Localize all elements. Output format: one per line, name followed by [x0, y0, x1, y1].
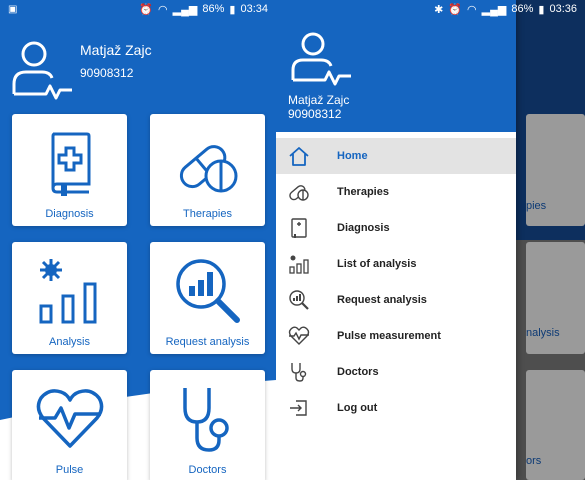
menu-item-home[interactable]: Home: [276, 138, 516, 174]
clock: 03:34: [240, 3, 268, 15]
menu-item-label: Pulse measurement: [337, 330, 441, 342]
menu-item-list-of-analysis[interactable]: List of analysis: [276, 246, 516, 282]
tile-doctors[interactable]: Doctors: [150, 370, 265, 480]
medical-book-icon: [291, 218, 307, 238]
image-notification-icon: ▣: [8, 3, 18, 15]
tile-label: Therapies: [183, 208, 232, 220]
menu-item-therapies[interactable]: Therapies: [276, 174, 516, 210]
battery-percent: 86%: [202, 3, 225, 15]
menu-item-label: Home: [337, 150, 368, 162]
tile-label: Analysis: [49, 336, 90, 348]
bar-chart-icon: [39, 259, 96, 324]
drawer-menu: Home Therapies Diagnosis List of analysi…: [276, 138, 516, 426]
background-tile-label: ors: [526, 455, 542, 467]
stethoscope-icon: [182, 388, 229, 452]
user-profile: Matjaž Zajc 90908312: [10, 38, 152, 102]
background-tile-label: nalysis: [526, 327, 560, 339]
menu-item-doctors[interactable]: Doctors: [276, 354, 516, 390]
stethoscope-icon: [291, 363, 307, 382]
tile-label: Doctors: [188, 464, 227, 476]
drawer-screen: pies nalysis ors ✱ ⏰ ◠ ▂▄▆ 86% ▮ 03:36 M…: [276, 0, 585, 480]
menu-item-label: Therapies: [337, 186, 389, 198]
tile-analysis[interactable]: Analysis: [12, 242, 127, 354]
wifi-icon: ◠: [158, 3, 168, 16]
magnifier-chart-icon: [289, 290, 309, 310]
menu-item-label: Doctors: [337, 366, 379, 378]
menu-item-label: List of analysis: [337, 258, 417, 270]
menu-item-log-out[interactable]: Log out: [276, 390, 516, 426]
menu-item-diagnosis[interactable]: Diagnosis: [276, 210, 516, 246]
tile-label: Pulse: [55, 464, 84, 476]
menu-item-request-analysis[interactable]: Request analysis: [276, 282, 516, 318]
menu-item-label: Request analysis: [337, 294, 427, 306]
tile-pulse[interactable]: Pulse: [12, 370, 127, 480]
battery-icon: ▮: [538, 3, 545, 16]
user-id: 90908312: [80, 66, 134, 80]
logout-icon: [290, 400, 307, 416]
menu-item-pulse-measurement[interactable]: Pulse measurement: [276, 318, 516, 354]
dashboard-screen: ▣ ⏰ ◠ ▂▄▆ 86% ▮ 03:34 Matjaž Zajc 909083…: [0, 0, 276, 480]
user-avatar-icon: [12, 41, 72, 100]
clock: 03:36: [549, 3, 577, 15]
tile-therapies[interactable]: Therapies: [150, 114, 265, 226]
tile-diagnosis[interactable]: Diagnosis: [12, 114, 127, 226]
bluetooth-icon: ✱: [434, 3, 444, 16]
menu-item-label: Log out: [337, 402, 378, 414]
heart-pulse-icon: [288, 326, 310, 345]
tile-request-analysis[interactable]: Request analysis: [150, 242, 265, 354]
magnifier-chart-icon: [175, 259, 240, 323]
drawer-header: Matjaž Zajc 90908312: [276, 0, 516, 132]
pills-icon: [179, 145, 237, 193]
user-name: Matjaž Zajc: [80, 42, 152, 58]
bar-chart-icon: [289, 255, 309, 274]
user-avatar-icon: [291, 32, 351, 86]
alarm-icon: ⏰: [448, 3, 463, 16]
menu-item-label: Diagnosis: [337, 222, 390, 234]
wifi-icon: ◠: [467, 3, 477, 16]
pills-icon: [289, 185, 309, 201]
background-tile-label: pies: [526, 200, 547, 212]
status-bar: ▣ ⏰ ◠ ▂▄▆ 86% ▮ 03:34: [0, 0, 276, 18]
heart-pulse-icon: [36, 389, 103, 448]
status-bar: ✱ ⏰ ◠ ▂▄▆ 86% ▮ 03:36: [276, 0, 585, 18]
battery-icon: ▮: [229, 3, 236, 16]
home-icon: [289, 147, 309, 166]
battery-percent: 86%: [511, 3, 534, 15]
user-name: Matjaž Zajc: [288, 93, 350, 107]
tile-label: Request analysis: [165, 336, 250, 348]
user-id: 90908312: [288, 107, 342, 121]
navigation-drawer: Matjaž Zajc 90908312 Home Therapies Diag…: [276, 0, 516, 480]
medical-book-icon: [50, 132, 90, 196]
signal-icon: ▂▄▆: [481, 3, 507, 16]
signal-icon: ▂▄▆: [172, 3, 198, 16]
alarm-icon: ⏰: [139, 3, 154, 16]
tile-label: Diagnosis: [45, 208, 94, 220]
